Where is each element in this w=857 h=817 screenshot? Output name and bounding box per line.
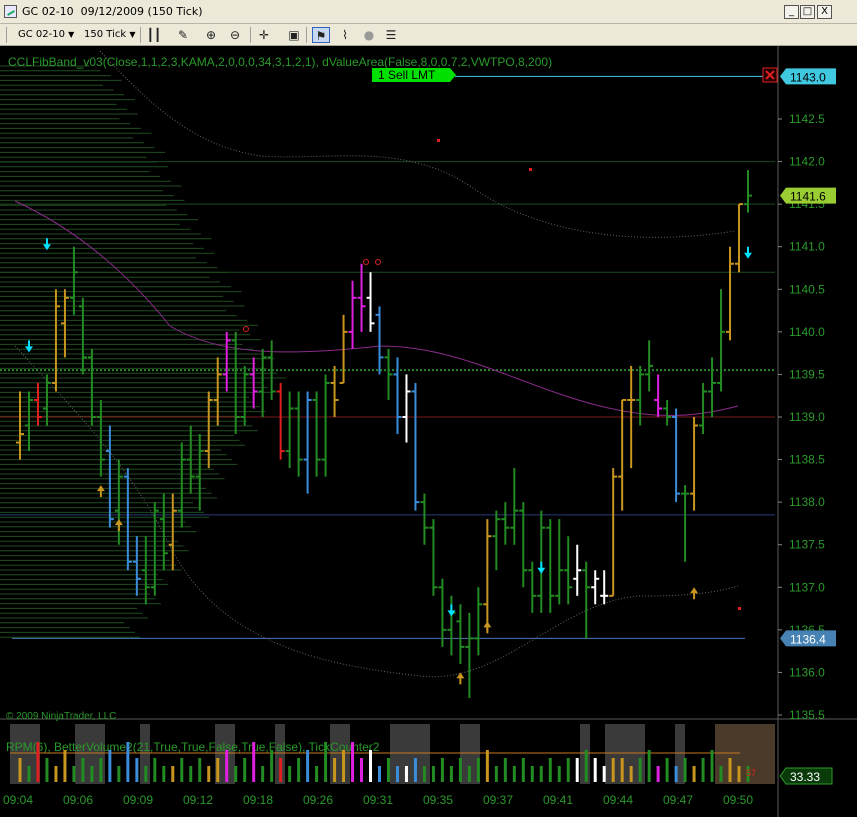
target-marker: [375, 259, 381, 265]
price-axis-label: 1142.5: [789, 112, 825, 126]
copyright-label: © 2009 NinjaTrader, LLC: [6, 711, 116, 722]
time-axis-label: 09:18: [243, 793, 273, 807]
crosshair-icon[interactable]: ✛: [255, 27, 273, 43]
lower-value-label: 33.33: [790, 770, 820, 784]
interval-label: 150 Tick: [84, 29, 127, 40]
chart-toolbar: GC 02-10 ▼ 150 Tick ▼ ┃┃ ✎ ⊕ ⊖ ✛ ▣ ⚑ ⌇ ●…: [0, 24, 857, 46]
support-price-tag-label: 1136.4: [790, 632, 826, 646]
arrow-up-icon: [114, 519, 123, 532]
price-axis-label: 1141.0: [789, 240, 825, 254]
time-axis-label: 09:44: [603, 793, 633, 807]
zoom-out-icon[interactable]: ⊖: [226, 27, 244, 43]
zoom-in-icon[interactable]: ⊕: [202, 27, 220, 43]
target-marker: [363, 259, 369, 265]
properties-icon[interactable]: ▣: [285, 27, 303, 43]
stop-marker: [529, 168, 532, 171]
arrow-down-icon: [24, 340, 33, 353]
stop-marker: [738, 607, 741, 610]
time-axis-label: 09:26: [303, 793, 333, 807]
time-axis-label: 09:09: [123, 793, 153, 807]
arrow-up-icon: [690, 587, 699, 600]
time-axis-label: 09:41: [543, 793, 573, 807]
title-bar: GC 02-10 09/12/2009 (150 Tick) _ □ X: [0, 0, 857, 24]
time-axis-label: 09:04: [3, 793, 33, 807]
interval-selector[interactable]: 150 Tick ▼: [84, 27, 135, 43]
time-axis-label: 09:37: [483, 793, 513, 807]
price-axis-label: 1138.5: [789, 453, 825, 467]
volume-panel-shade: [330, 724, 350, 784]
price-axis-label: 1139.0: [789, 410, 825, 424]
arrow-down-icon: [447, 604, 456, 617]
volume-panel-shade: [715, 724, 775, 784]
arrow-down-icon: [744, 246, 752, 259]
order-price-tag-label: 1143.0: [790, 70, 826, 84]
instrument-selector[interactable]: GC 02-10 ▼: [18, 27, 74, 43]
instrument-label: GC 02-10: [18, 29, 65, 40]
last-price-tag-label: 1141.6: [790, 190, 826, 204]
price-axis-label: 1142.0: [789, 155, 825, 169]
order-tag-label: 1 Sell LMT: [378, 68, 436, 82]
time-axis-label: 09:50: [723, 793, 753, 807]
price-axis-label: 1135.5: [789, 708, 825, 722]
arrow-up-icon: [456, 672, 465, 685]
minimize-button[interactable]: _: [784, 5, 799, 19]
price-axis-label: 1138.0: [789, 495, 825, 509]
data-box-icon[interactable]: ☰: [382, 27, 400, 43]
maximize-button[interactable]: □: [800, 5, 815, 19]
volume-panel-shade: [10, 724, 40, 784]
price-chart[interactable]: CCLFibBand_v03(Close,1,1,2,3,KAMA,2,0,0,…: [0, 46, 857, 817]
time-axis-label: 09:06: [63, 793, 93, 807]
price-axis-label: 1137.5: [789, 538, 825, 552]
arrow-down-icon: [537, 561, 546, 574]
arrow-up-icon: [96, 485, 105, 498]
chevron-down-icon: ▼: [68, 30, 75, 39]
tick-count-label: 57: [746, 768, 756, 778]
price-axis-label: 1139.5: [789, 367, 825, 381]
window-title: GC 02-10 09/12/2009 (150 Tick): [22, 5, 203, 18]
arrow-up-icon: [483, 621, 492, 634]
stop-marker: [437, 139, 440, 142]
chevron-down-icon: ▼: [129, 30, 136, 39]
indicator-icon[interactable]: ⌇: [336, 27, 354, 43]
indicator-label: CCLFibBand_v03(Close,1,1,2,3,KAMA,2,0,0,…: [8, 55, 552, 69]
time-axis-label: 09:31: [363, 793, 393, 807]
price-axis-label: 1140.5: [789, 282, 825, 296]
price-axis-label: 1137.0: [789, 580, 825, 594]
chart-area[interactable]: CCLFibBand_v03(Close,1,1,2,3,KAMA,2,0,0,…: [0, 46, 857, 817]
sphere-icon[interactable]: ●: [360, 27, 378, 43]
strategy-icon[interactable]: ⚑: [312, 27, 330, 43]
pencil-icon[interactable]: ✎: [174, 27, 192, 43]
time-axis-label: 09:47: [663, 793, 693, 807]
target-marker: [243, 326, 249, 332]
time-axis-label: 09:12: [183, 793, 213, 807]
price-axis-label: 1136.0: [789, 665, 825, 679]
bar-style-icon[interactable]: ┃┃: [145, 27, 163, 43]
price-axis-label: 1140.0: [789, 325, 825, 339]
time-axis-label: 09:35: [423, 793, 453, 807]
close-button[interactable]: X: [817, 5, 832, 19]
lower-panel-label: RPM(6), BetterVolume2(21,True,True,False…: [6, 740, 380, 754]
chart-app-icon: [4, 5, 17, 18]
